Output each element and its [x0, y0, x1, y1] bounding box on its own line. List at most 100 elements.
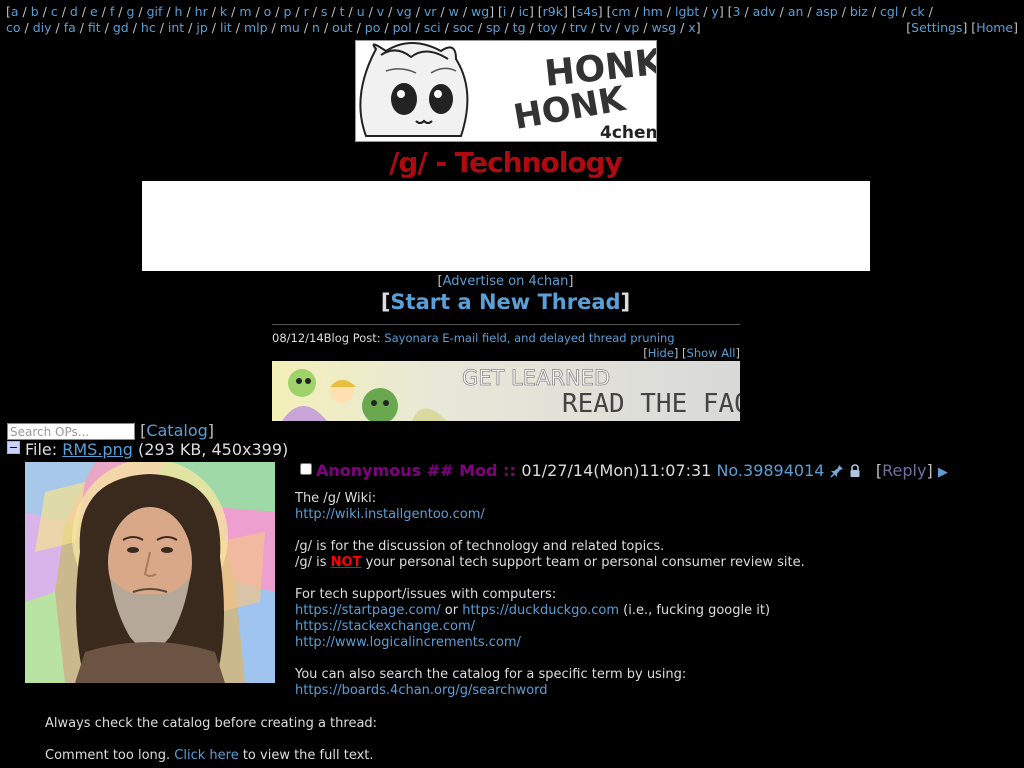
board-link-gif[interactable]: gif: [147, 4, 163, 19]
start-thread-open: [: [380, 290, 391, 314]
board-link-a[interactable]: a: [11, 4, 19, 19]
nav-separator: /: [182, 4, 195, 19]
post-tail: Always check the catalog before creating…: [45, 716, 945, 764]
board-link-n[interactable]: n: [312, 20, 320, 35]
board-link-fa[interactable]: fa: [64, 20, 76, 35]
board-link-e[interactable]: e: [90, 4, 98, 19]
board-link-ck[interactable]: ck: [910, 4, 924, 19]
board-link-lgbt[interactable]: lgbt: [675, 4, 699, 19]
start-thread-link[interactable]: Start a New Thread: [390, 290, 620, 314]
post-menu-arrow-icon[interactable]: ▶: [938, 465, 948, 480]
board-link-wg[interactable]: wg: [471, 4, 489, 19]
board-link-an[interactable]: an: [788, 4, 804, 19]
board-link-u[interactable]: u: [357, 4, 365, 19]
board-link-vp[interactable]: vp: [624, 20, 639, 35]
blog-link[interactable]: Sayonara E-mail field, and delayed threa…: [384, 331, 674, 345]
board-link-d[interactable]: d: [70, 4, 78, 19]
show-all-link[interactable]: Show All: [687, 346, 736, 360]
not-support-line: /g/ is NOT your personal tech support te…: [295, 555, 805, 570]
start-thread-close: ]: [620, 290, 631, 314]
poster-separator: ::: [497, 461, 522, 480]
nav-separator: /: [319, 20, 333, 35]
reply-link[interactable]: Reply: [882, 461, 926, 480]
board-link-vr[interactable]: vr: [424, 4, 437, 19]
search-ops-input[interactable]: [7, 423, 135, 440]
board-link-wsg[interactable]: wsg: [651, 20, 676, 35]
catalog-link[interactable]: Catalog: [146, 421, 207, 440]
board-link-tv[interactable]: tv: [599, 20, 611, 35]
board-link-biz[interactable]: biz: [850, 4, 868, 19]
board-link-int[interactable]: int: [168, 20, 184, 35]
board-link-w[interactable]: w: [449, 4, 459, 19]
board-link-m[interactable]: m: [239, 4, 251, 19]
board-link-trv[interactable]: trv: [570, 20, 587, 35]
ad-box[interactable]: [142, 181, 870, 271]
board-link-po[interactable]: po: [365, 20, 381, 35]
nav-separator: /: [291, 4, 304, 19]
board-link-x[interactable]: x: [688, 20, 695, 35]
board-link-gd[interactable]: gd: [113, 20, 129, 35]
board-link-diy[interactable]: diy: [33, 20, 52, 35]
board-link-mlp[interactable]: mlp: [244, 20, 268, 35]
board-link-b[interactable]: b: [31, 4, 39, 19]
board-link-sci[interactable]: sci: [424, 20, 441, 35]
board-link-s4s[interactable]: s4s: [577, 4, 598, 19]
collapse-icon[interactable]: [7, 441, 20, 454]
board-link-fit[interactable]: fit: [88, 20, 101, 35]
board-link-soc[interactable]: soc: [453, 20, 474, 35]
board-link-sp[interactable]: sp: [486, 20, 500, 35]
board-link-asp[interactable]: asp: [816, 4, 838, 19]
board-link-pol[interactable]: pol: [393, 20, 412, 35]
nav-separator: /: [162, 4, 175, 19]
hide-link[interactable]: Hide: [648, 346, 674, 360]
post-number[interactable]: No.39894014: [716, 461, 824, 480]
board-link-ic[interactable]: ic: [519, 4, 529, 19]
wiki-link[interactable]: http://wiki.installgentoo.com/: [295, 507, 485, 522]
faq-banner[interactable]: GET LEARNED READ THE FAQ: [272, 361, 740, 421]
board-link-tg[interactable]: tg: [513, 20, 526, 35]
board-link-jp[interactable]: jp: [196, 20, 207, 35]
nav-separator: /: [231, 20, 244, 35]
settings-link[interactable]: Settings: [911, 20, 962, 35]
board-link-adv[interactable]: adv: [753, 4, 776, 19]
nav-separator: /: [364, 4, 377, 19]
board-link-cgl[interactable]: cgl: [880, 4, 898, 19]
nav-separator: /: [155, 20, 168, 35]
board-link-c[interactable]: c: [51, 4, 58, 19]
nav-separator: /: [525, 20, 538, 35]
stackexchange-link[interactable]: https://stackexchange.com/: [295, 619, 475, 634]
file-link[interactable]: RMS.png: [62, 440, 133, 459]
discussion-line: /g/ is for the discussion of technology …: [295, 539, 665, 554]
logicalincrements-link[interactable]: http://www.logicalincrements.com/: [295, 635, 521, 650]
board-link-3[interactable]: 3: [733, 4, 741, 19]
post-thumbnail[interactable]: [25, 462, 275, 683]
board-link-r9k[interactable]: r9k: [543, 4, 563, 19]
nav-separator: ] [: [528, 4, 543, 19]
click-here-link[interactable]: Click here: [174, 748, 238, 763]
board-link-cm[interactable]: cm: [611, 4, 630, 19]
advertise-link[interactable]: Advertise on 4chan: [443, 274, 569, 289]
board-link-out[interactable]: out: [332, 20, 352, 35]
comment-too-long-line: Comment too long. Click here to view the…: [45, 748, 374, 763]
board-link-co[interactable]: co: [6, 20, 21, 35]
board-link-hm[interactable]: hm: [643, 4, 663, 19]
searchword-link[interactable]: https://boards.4chan.org/g/searchword: [295, 683, 548, 698]
board-link-toy[interactable]: toy: [538, 20, 558, 35]
home-link[interactable]: Home: [976, 20, 1013, 35]
nav-separator: /: [924, 4, 933, 19]
banner-image: HONK HONK 4chen: [356, 41, 656, 141]
nav-separator: /: [380, 20, 393, 35]
support-intro: For tech support/issues with computers:: [295, 587, 557, 602]
nav-separator: /: [38, 4, 51, 19]
board-link-lit[interactable]: lit: [220, 20, 232, 35]
board-link-hr[interactable]: hr: [195, 4, 208, 19]
post-select-checkbox[interactable]: [300, 463, 312, 475]
board-link-y[interactable]: y: [711, 4, 718, 19]
startpage-link[interactable]: https://startpage.com/: [295, 603, 441, 618]
post-header: Anonymous ## Mod :: 01/27/14(Mon)11:07:3…: [300, 461, 948, 482]
duckduckgo-link[interactable]: https://duckduckgo.com: [462, 603, 619, 618]
board-link-hc[interactable]: hc: [141, 20, 156, 35]
board-link-mu[interactable]: mu: [280, 20, 300, 35]
board-link-vg[interactable]: vg: [396, 4, 411, 19]
nav-separator: /: [327, 4, 340, 19]
